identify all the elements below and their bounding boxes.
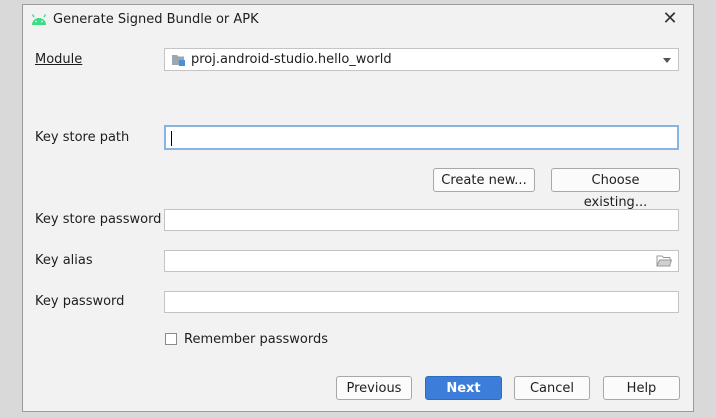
android-icon	[30, 12, 48, 26]
text-caret	[171, 131, 172, 146]
module-label: Module	[35, 52, 82, 67]
key-alias-label: Key alias	[35, 253, 93, 268]
module-value: proj.android-studio.hello_world	[191, 52, 392, 67]
key-store-path-input[interactable]	[164, 125, 679, 150]
title-bar: Generate Signed Bundle or APK ✕	[23, 5, 693, 35]
key-alias-input[interactable]	[164, 250, 679, 272]
chevron-down-icon[interactable]	[663, 58, 671, 63]
help-button[interactable]: Help	[603, 376, 680, 400]
create-new-button[interactable]: Create new...	[433, 168, 535, 192]
choose-existing-button[interactable]: Choose existing...	[551, 168, 680, 210]
previous-button[interactable]: Previous	[336, 376, 412, 400]
key-password-label: Key password	[35, 294, 125, 309]
module-label-text: Module	[35, 52, 83, 67]
remember-passwords-label[interactable]: Remember passwords	[184, 332, 328, 347]
key-password-input[interactable]	[164, 291, 679, 313]
dialog-title: Generate Signed Bundle or APK	[53, 12, 259, 27]
generate-signed-apk-dialog: Generate Signed Bundle or APK ✕ Module p…	[22, 4, 694, 412]
next-button[interactable]: Next	[425, 376, 502, 400]
remember-passwords-checkbox[interactable]	[165, 333, 177, 345]
key-store-password-label: Key store password	[35, 212, 162, 227]
key-store-path-label: Key store path	[35, 130, 130, 145]
module-folder-icon	[171, 53, 187, 67]
close-icon[interactable]: ✕	[661, 10, 679, 28]
module-select[interactable]: proj.android-studio.hello_world	[164, 48, 679, 71]
folder-icon[interactable]	[656, 255, 673, 267]
key-store-password-input[interactable]	[164, 209, 679, 231]
cancel-button[interactable]: Cancel	[514, 376, 590, 400]
